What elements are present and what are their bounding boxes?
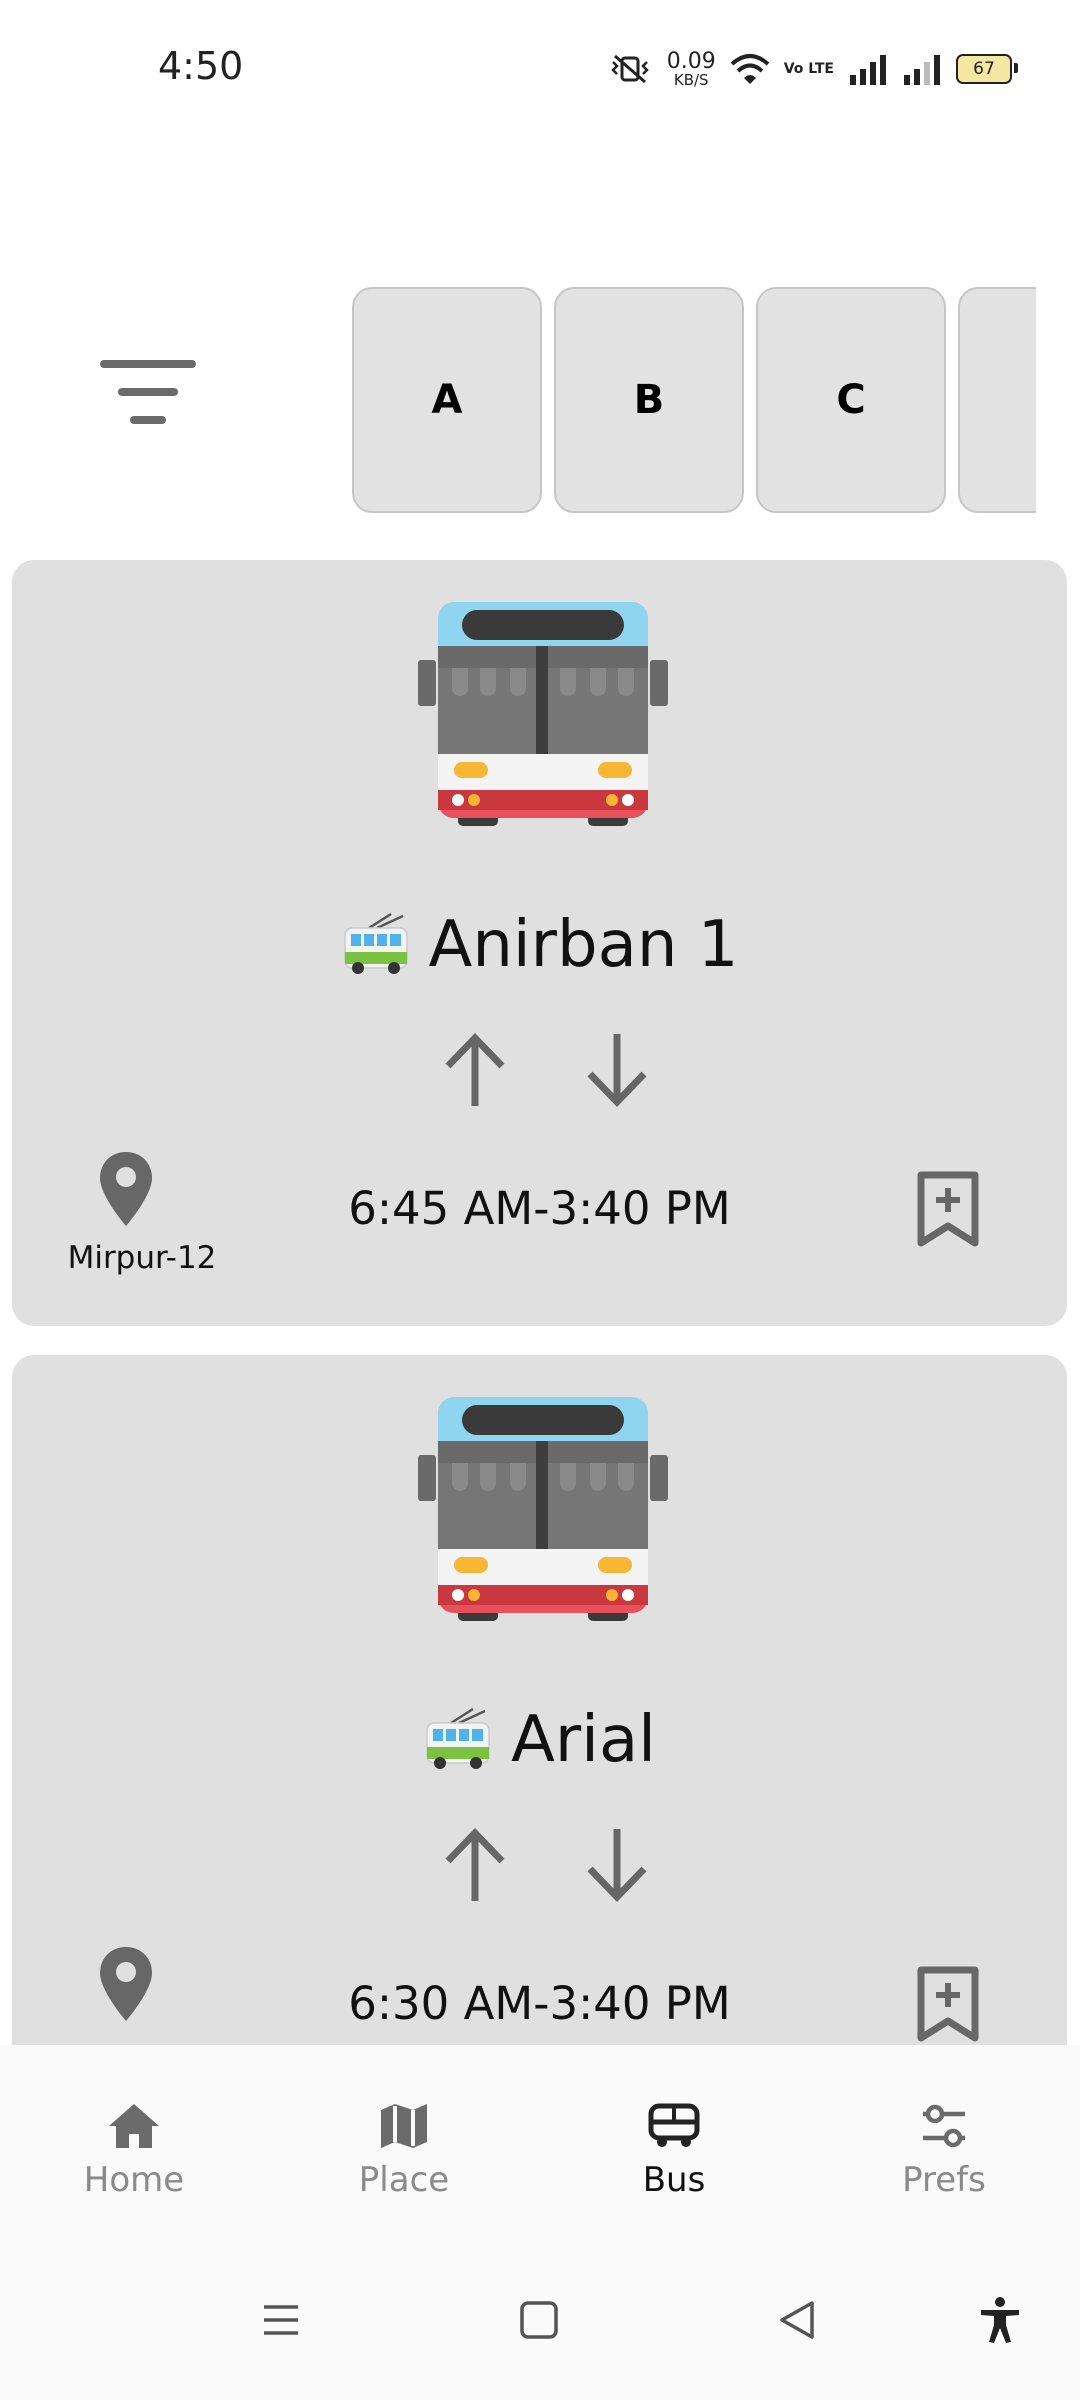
net-speed: 0.09 KB/S [666,48,716,89]
letter-tab-d[interactable] [958,287,1036,513]
arrow-up-icon[interactable] [440,1030,510,1110]
nav-home-label: Home [83,2160,185,2200]
signal-icon [904,55,940,85]
route-title-row: Arial [12,1695,1067,1785]
bus-illustration [418,1397,668,1621]
accessibility-icon[interactable] [975,2295,1025,2345]
bottom-navigation: Home Place Bus Prefs [0,2045,1080,2245]
arrow-down-icon[interactable] [582,1030,652,1110]
status-bar: 4:50 0.09 KB/S Vo LTE 67 [0,0,1080,140]
letter-tabs: A B C [350,285,1036,515]
filter-button[interactable] [100,360,200,440]
nav-bus-label: Bus [642,2160,706,2200]
battery-level: 67 [973,59,995,79]
map-icon [381,2104,427,2148]
bus-route-card[interactable]: Anirban 1 Mirpur-12 6:45 AM-3:40 PM [12,560,1067,1326]
bookmark-add-icon[interactable] [916,1965,980,2043]
nav-bus[interactable]: Bus [584,2100,764,2220]
route-name: Arial [511,1703,656,1777]
nav-place[interactable]: Place [314,2100,494,2220]
status-icons: 0.09 KB/S Vo LTE 67 [607,46,1018,92]
signal-icon [850,55,886,85]
nav-home[interactable]: Home [44,2100,224,2220]
route-name: Anirban 1 [428,908,739,982]
nav-prefs[interactable]: Prefs [854,2100,1034,2220]
net-speed-unit: KB/S [673,70,709,89]
arrow-down-icon[interactable] [582,1825,652,1905]
battery-icon: 67 [956,54,1018,84]
status-time: 4:50 [158,44,244,88]
volte-icon: Vo LTE [783,61,834,77]
nav-place-label: Place [358,2160,450,2200]
nav-prefs-label: Prefs [902,2160,986,2200]
home-square-icon[interactable] [514,2295,564,2345]
bus-route-card[interactable]: Arial 6:30 AM-3:40 PM [12,1355,1067,2045]
sliders-icon [923,2104,965,2148]
time-range: 6:45 AM-3:40 PM [348,1182,731,1235]
back-icon[interactable] [772,2295,822,2345]
trolleybus-icon [426,1707,490,1769]
letter-tab-a[interactable]: A [352,287,542,513]
place-label: Mirpur-12 [67,1240,217,1276]
bus-route-list[interactable]: Anirban 1 Mirpur-12 6:45 AM-3:40 PM Aria… [0,560,1080,2045]
time-range: 6:30 AM-3:40 PM [348,1977,731,2030]
menu-icon[interactable] [256,2295,306,2345]
home-icon [109,2104,159,2148]
bus-icon [648,2103,700,2147]
wifi-icon [730,54,770,84]
trolleybus-icon [343,912,408,974]
system-navigation [0,2245,1080,2400]
letter-tab-b[interactable]: B [554,287,744,513]
net-speed-value: 0.09 [666,48,716,74]
route-title-row: Anirban 1 [12,900,1067,990]
arrow-up-icon[interactable] [440,1825,510,1905]
bookmark-add-icon[interactable] [916,1170,980,1248]
mute-vibrate-icon [610,54,649,84]
bus-illustration [418,602,668,826]
letter-tab-c[interactable]: C [756,287,946,513]
